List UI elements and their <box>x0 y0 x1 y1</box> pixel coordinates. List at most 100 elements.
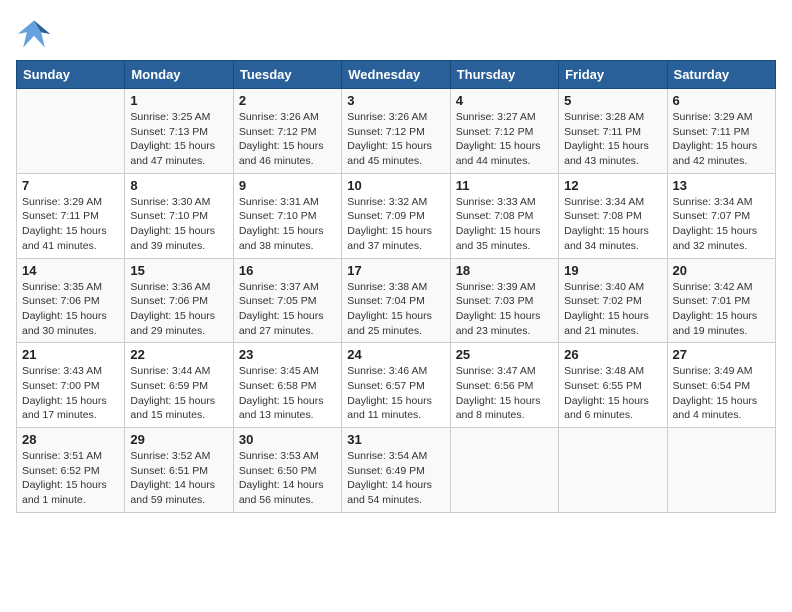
calendar-week-row: 1 Sunrise: 3:25 AM Sunset: 7:13 PM Daylig… <box>17 89 776 174</box>
day-header-tuesday: Tuesday <box>233 61 341 89</box>
day-info: Sunrise: 3:26 AM Sunset: 7:12 PM Dayligh… <box>347 110 444 169</box>
day-number: 20 <box>673 263 770 278</box>
calendar-table: SundayMondayTuesdayWednesdayThursdayFrid… <box>16 60 776 513</box>
day-info: Sunrise: 3:52 AM Sunset: 6:51 PM Dayligh… <box>130 449 227 508</box>
calendar-cell: 12 Sunrise: 3:34 AM Sunset: 7:08 PM Dayli… <box>559 173 667 258</box>
day-info: Sunrise: 3:34 AM Sunset: 7:08 PM Dayligh… <box>564 195 661 254</box>
day-header-sunday: Sunday <box>17 61 125 89</box>
day-info: Sunrise: 3:26 AM Sunset: 7:12 PM Dayligh… <box>239 110 336 169</box>
day-info: Sunrise: 3:33 AM Sunset: 7:08 PM Dayligh… <box>456 195 553 254</box>
day-info: Sunrise: 3:31 AM Sunset: 7:10 PM Dayligh… <box>239 195 336 254</box>
calendar-week-row: 28 Sunrise: 3:51 AM Sunset: 6:52 PM Dayli… <box>17 428 776 513</box>
calendar-cell: 23Sunrise: 3:45 AM Sunset: 6:58 PM Dayli… <box>233 343 341 428</box>
logo-icon <box>16 16 52 52</box>
calendar-cell <box>667 428 775 513</box>
calendar-cell <box>17 89 125 174</box>
day-number: 31 <box>347 432 444 447</box>
day-info: Sunrise: 3:28 AM Sunset: 7:11 PM Dayligh… <box>564 110 661 169</box>
day-number: 11 <box>456 178 553 193</box>
day-info: Sunrise: 3:46 AM Sunset: 6:57 PM Dayligh… <box>347 364 444 423</box>
day-info: Sunrise: 3:35 AM Sunset: 7:06 PM Dayligh… <box>22 280 119 339</box>
calendar-cell: 29 Sunrise: 3:52 AM Sunset: 6:51 PM Dayli… <box>125 428 233 513</box>
calendar-cell: 22 Sunrise: 3:44 AM Sunset: 6:59 PM Dayli… <box>125 343 233 428</box>
day-info: Sunrise: 3:44 AM Sunset: 6:59 PM Dayligh… <box>130 364 227 423</box>
day-info: Sunrise: 3:43 AM Sunset: 7:00 PM Dayligh… <box>22 364 119 423</box>
calendar-cell: 6 Sunrise: 3:29 AM Sunset: 7:11 PM Daylig… <box>667 89 775 174</box>
calendar-cell: 17 Sunrise: 3:38 AM Sunset: 7:04 PM Dayli… <box>342 258 450 343</box>
day-header-saturday: Saturday <box>667 61 775 89</box>
day-info: Sunrise: 3:49 AM Sunset: 6:54 PM Dayligh… <box>673 364 770 423</box>
day-info: Sunrise: 3:40 AM Sunset: 7:02 PM Dayligh… <box>564 280 661 339</box>
calendar-cell: 10 Sunrise: 3:32 AM Sunset: 7:09 PM Dayli… <box>342 173 450 258</box>
day-number: 10 <box>347 178 444 193</box>
logo <box>16 16 56 52</box>
day-number: 22 <box>130 347 227 362</box>
day-info: Sunrise: 3:38 AM Sunset: 7:04 PM Dayligh… <box>347 280 444 339</box>
day-info: Sunrise: 3:48 AM Sunset: 6:55 PM Dayligh… <box>564 364 661 423</box>
day-info: Sunrise: 3:42 AM Sunset: 7:01 PM Dayligh… <box>673 280 770 339</box>
page-header <box>16 16 776 52</box>
day-number: 4 <box>456 93 553 108</box>
calendar-week-row: 14 Sunrise: 3:35 AM Sunset: 7:06 PM Dayli… <box>17 258 776 343</box>
day-number: 2 <box>239 93 336 108</box>
day-info: Sunrise: 3:54 AM Sunset: 6:49 PM Dayligh… <box>347 449 444 508</box>
day-info: Sunrise: 3:37 AM Sunset: 7:05 PM Dayligh… <box>239 280 336 339</box>
day-number: 24 <box>347 347 444 362</box>
day-number: 21 <box>22 347 119 362</box>
day-number: 16 <box>239 263 336 278</box>
day-number: 3 <box>347 93 444 108</box>
day-info: Sunrise: 3:25 AM Sunset: 7:13 PM Dayligh… <box>130 110 227 169</box>
calendar-cell: 18 Sunrise: 3:39 AM Sunset: 7:03 PM Dayli… <box>450 258 558 343</box>
day-info: Sunrise: 3:36 AM Sunset: 7:06 PM Dayligh… <box>130 280 227 339</box>
calendar-cell: 4 Sunrise: 3:27 AM Sunset: 7:12 PM Daylig… <box>450 89 558 174</box>
day-number: 1 <box>130 93 227 108</box>
day-info: Sunrise: 3:30 AM Sunset: 7:10 PM Dayligh… <box>130 195 227 254</box>
calendar-header-row: SundayMondayTuesdayWednesdayThursdayFrid… <box>17 61 776 89</box>
calendar-cell: 31 Sunrise: 3:54 AM Sunset: 6:49 PM Dayli… <box>342 428 450 513</box>
day-info: Sunrise: 3:39 AM Sunset: 7:03 PM Dayligh… <box>456 280 553 339</box>
day-info: Sunrise: 3:51 AM Sunset: 6:52 PM Dayligh… <box>22 449 119 508</box>
calendar-cell: 7Sunrise: 3:29 AM Sunset: 7:11 PM Daylig… <box>17 173 125 258</box>
day-number: 25 <box>456 347 553 362</box>
calendar-week-row: 7Sunrise: 3:29 AM Sunset: 7:11 PM Daylig… <box>17 173 776 258</box>
day-number: 15 <box>130 263 227 278</box>
calendar-cell: 1 Sunrise: 3:25 AM Sunset: 7:13 PM Daylig… <box>125 89 233 174</box>
day-number: 30 <box>239 432 336 447</box>
day-number: 8 <box>130 178 227 193</box>
calendar-cell: 5 Sunrise: 3:28 AM Sunset: 7:11 PM Daylig… <box>559 89 667 174</box>
calendar-cell: 16 Sunrise: 3:37 AM Sunset: 7:05 PM Dayli… <box>233 258 341 343</box>
day-number: 23 <box>239 347 336 362</box>
calendar-cell: 2 Sunrise: 3:26 AM Sunset: 7:12 PM Daylig… <box>233 89 341 174</box>
calendar-cell: 15 Sunrise: 3:36 AM Sunset: 7:06 PM Dayli… <box>125 258 233 343</box>
day-number: 9 <box>239 178 336 193</box>
day-number: 13 <box>673 178 770 193</box>
calendar-cell <box>450 428 558 513</box>
day-header-thursday: Thursday <box>450 61 558 89</box>
calendar-cell: 19 Sunrise: 3:40 AM Sunset: 7:02 PM Dayli… <box>559 258 667 343</box>
calendar-cell: 26Sunrise: 3:48 AM Sunset: 6:55 PM Dayli… <box>559 343 667 428</box>
day-number: 18 <box>456 263 553 278</box>
day-number: 19 <box>564 263 661 278</box>
calendar-cell: 11 Sunrise: 3:33 AM Sunset: 7:08 PM Dayli… <box>450 173 558 258</box>
day-info: Sunrise: 3:34 AM Sunset: 7:07 PM Dayligh… <box>673 195 770 254</box>
day-info: Sunrise: 3:27 AM Sunset: 7:12 PM Dayligh… <box>456 110 553 169</box>
day-number: 5 <box>564 93 661 108</box>
day-info: Sunrise: 3:32 AM Sunset: 7:09 PM Dayligh… <box>347 195 444 254</box>
calendar-cell: 3 Sunrise: 3:26 AM Sunset: 7:12 PM Daylig… <box>342 89 450 174</box>
day-number: 6 <box>673 93 770 108</box>
calendar-week-row: 21 Sunrise: 3:43 AM Sunset: 7:00 PM Dayli… <box>17 343 776 428</box>
day-number: 12 <box>564 178 661 193</box>
calendar-cell: 25 Sunrise: 3:47 AM Sunset: 6:56 PM Dayli… <box>450 343 558 428</box>
calendar-cell: 27Sunrise: 3:49 AM Sunset: 6:54 PM Dayli… <box>667 343 775 428</box>
day-number: 28 <box>22 432 119 447</box>
day-number: 17 <box>347 263 444 278</box>
calendar-cell: 21 Sunrise: 3:43 AM Sunset: 7:00 PM Dayli… <box>17 343 125 428</box>
day-number: 29 <box>130 432 227 447</box>
day-header-wednesday: Wednesday <box>342 61 450 89</box>
calendar-cell: 8 Sunrise: 3:30 AM Sunset: 7:10 PM Daylig… <box>125 173 233 258</box>
day-info: Sunrise: 3:29 AM Sunset: 7:11 PM Dayligh… <box>673 110 770 169</box>
day-info: Sunrise: 3:29 AM Sunset: 7:11 PM Dayligh… <box>22 195 119 254</box>
day-info: Sunrise: 3:47 AM Sunset: 6:56 PM Dayligh… <box>456 364 553 423</box>
calendar-cell: 9 Sunrise: 3:31 AM Sunset: 7:10 PM Daylig… <box>233 173 341 258</box>
day-number: 14 <box>22 263 119 278</box>
